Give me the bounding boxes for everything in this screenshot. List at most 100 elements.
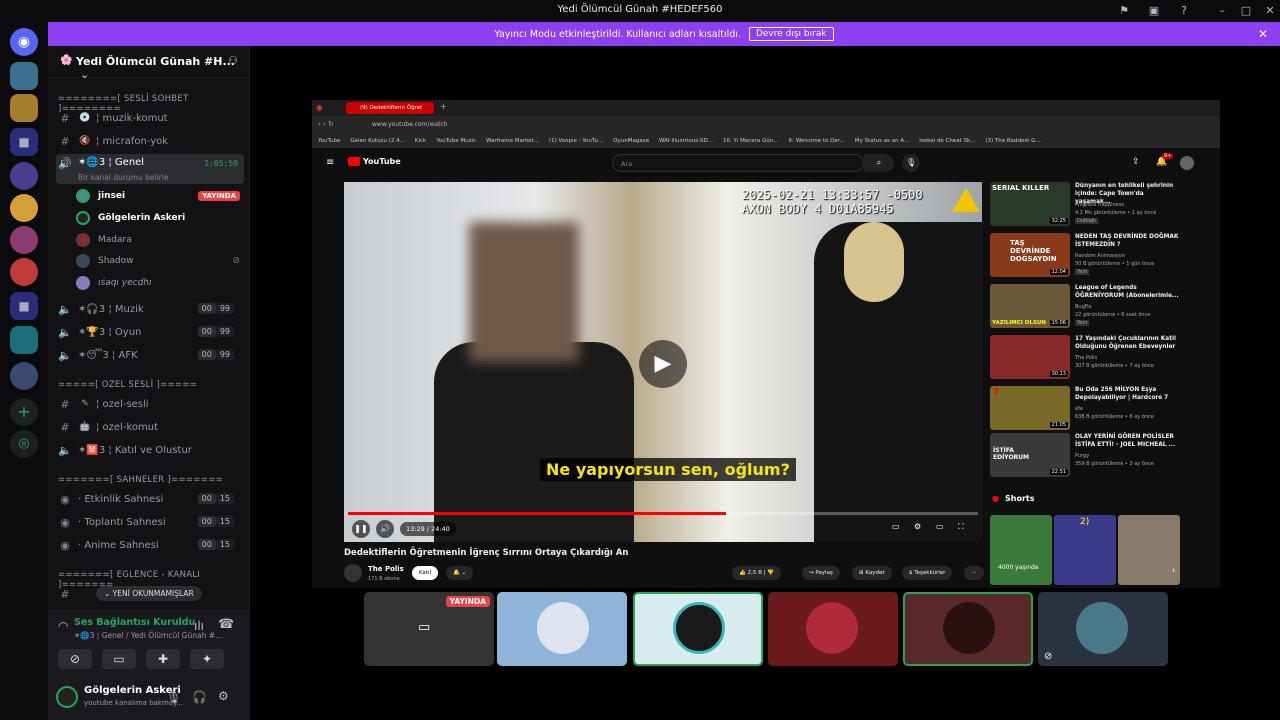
bookmark[interactable]: OyunMagaza xyxy=(613,138,649,144)
maximize-button[interactable]: □ xyxy=(1238,3,1254,19)
discord-home-icon[interactable]: ◉ xyxy=(10,28,38,56)
back-icon[interactable]: ‹ › ↻ xyxy=(318,120,334,128)
bookmark[interactable]: My Status as an A... xyxy=(855,138,910,144)
subscribe-bell-button[interactable]: 🔔 ⌄ xyxy=(446,566,474,580)
bookmark[interactable]: (3) The Baddest G... xyxy=(985,138,1040,144)
participant-tile[interactable]: ⊘ xyxy=(1038,592,1168,666)
channel-muzik[interactable]: 🔈 ✶🎧3 ¦ Muzik 00 99 xyxy=(56,299,244,319)
inbox-icon[interactable]: ⚑ xyxy=(1116,3,1132,19)
pause-icon[interactable]: ❚❚ xyxy=(352,520,370,538)
camera-off-button[interactable]: ⊘ xyxy=(58,649,92,669)
bookmark[interactable]: Warframe Market... xyxy=(486,138,539,144)
bookmark[interactable]: Kick xyxy=(415,138,426,144)
short-thumbnail[interactable] xyxy=(1118,515,1180,585)
chevron-right-icon[interactable]: › xyxy=(1172,566,1176,576)
menu-icon[interactable]: ≡ xyxy=(326,157,334,168)
settings-icon[interactable]: ⚙ xyxy=(218,689,229,703)
server-icon[interactable] xyxy=(10,226,38,254)
rec-video[interactable]: YAZILIMCI OLSUN 15:06 League of Legends Ö… xyxy=(990,284,1190,328)
play-icon[interactable]: ▶ xyxy=(639,340,687,388)
disconnect-icon[interactable]: ☎ xyxy=(218,617,234,632)
bookmark[interactable]: 10. Yı Macera Gün... xyxy=(723,138,779,144)
save-button[interactable]: ⊞ Kaydet xyxy=(852,566,892,580)
avatar[interactable] xyxy=(1180,156,1194,170)
help-icon[interactable]: ? xyxy=(1176,3,1192,19)
new-unreads-button[interactable]: ⌄ YENİ OKUNMAMIŞLAR xyxy=(96,586,202,601)
stage-etkinlik[interactable]: ◉ · Etkinlik Sahnesi 00 15 xyxy=(56,489,244,509)
rec-video[interactable]: TAŞ DEVRİNDE DOĞSAYDIN 12:04 NEDEN TAŞ DE… xyxy=(990,233,1190,277)
category-ozel[interactable]: =====[ OZEL SESLİ ]===== xyxy=(58,380,197,390)
more-icon[interactable]: ⋯ xyxy=(964,566,984,580)
server-icon[interactable] xyxy=(10,162,38,190)
url-text[interactable]: www.youtube.com/watch xyxy=(372,121,448,128)
noise-icon[interactable]: ılı xyxy=(194,619,204,633)
voice-user-shadow[interactable]: Shadow ⊘ xyxy=(76,251,244,271)
explore-icon[interactable]: ◎ xyxy=(10,430,38,458)
new-tab-icon[interactable]: + xyxy=(440,102,447,111)
voice-user-5[interactable]: ıśaqı yecdhı xyxy=(76,273,244,293)
bookmark[interactable]: WAI-illustrious-SD... xyxy=(659,138,713,144)
channel-afk[interactable]: 🔈 ✶😴3 ¦ AFK 00 99 xyxy=(56,345,244,365)
bookmark[interactable]: It: Welcome to Der... xyxy=(789,138,845,144)
participant-tile[interactable] xyxy=(497,592,627,666)
avatar[interactable] xyxy=(56,686,78,708)
thanks-button[interactable]: $ Teşekkürler xyxy=(902,566,953,580)
folder-icon[interactable]: ■ xyxy=(10,128,38,156)
channel-katil[interactable]: 🔈 ✶🈲3 ¦ Katıl ve Olustur xyxy=(56,440,244,460)
progress-bar[interactable] xyxy=(348,512,978,515)
minimize-button[interactable]: – xyxy=(1214,3,1230,19)
server-icon[interactable] xyxy=(10,194,38,222)
channel-muzik-komut[interactable]: # 💿 ¦ muzik-komut xyxy=(56,108,244,128)
streamed-browser[interactable]: ◉ (9) Dedektiflerin Öğret + ‹ › ↻ www.yo… xyxy=(312,100,1220,588)
voice-status[interactable]: Ses Bağlantısı Kuruldu xyxy=(74,617,195,628)
invite-icon[interactable]: ⚇ xyxy=(228,54,238,67)
server-header[interactable]: 🌸 Yedi Ölümcül Günah #H... ⌄ ⚇ xyxy=(48,46,250,81)
subtitles-icon[interactable]: ▭ xyxy=(892,522,900,531)
disable-streamer-button[interactable]: Devre dışı bırak xyxy=(748,27,834,41)
youtube-logo[interactable]: YouTube xyxy=(363,157,401,166)
bookmark[interactable]: (1) Voopie - YouTu... xyxy=(549,138,603,144)
stage-toplanti[interactable]: ◉ · Toplantı Sahnesi 00 15 xyxy=(56,512,244,532)
short-thumbnail[interactable]: 4000 yaşında xyxy=(990,515,1052,585)
rec-video[interactable]: İSTİFA EDİYORUM 22:51 OLAY YERİNİ GÖREN P… xyxy=(990,433,1190,477)
bookmark[interactable]: Isekai de Cheat Sk... xyxy=(919,138,975,144)
participant-tile-stream[interactable]: YAYINDA ▭ xyxy=(364,592,494,666)
server-icon[interactable] xyxy=(10,362,38,390)
rec-video[interactable]: 30:13 17 Yaşındaki Çocuklarının Katil Ol… xyxy=(990,335,1190,379)
volume-icon[interactable]: 🔊 xyxy=(376,520,394,538)
search-input[interactable]: Ara xyxy=(612,154,864,172)
dislike-icon[interactable]: 👎 xyxy=(767,570,774,576)
participant-tile[interactable] xyxy=(768,592,898,666)
bookmark[interactable]: YouTube Music xyxy=(436,138,476,144)
channel-genel[interactable]: 🔊 ✶🌐3 ¦ Genel 1:05:59 Bir kanal durumu b… xyxy=(56,154,244,184)
soundboard-button[interactable]: ✦ xyxy=(190,649,224,669)
join-button[interactable]: Katıl xyxy=(412,566,439,580)
participant-tile-speaking[interactable] xyxy=(633,592,763,666)
channel-avatar[interactable] xyxy=(344,564,362,582)
channel-status[interactable]: Bir kanal durumu belirle xyxy=(78,173,168,182)
channel-ozel-sesli[interactable]: # ✎ ¦ ozel-sesli xyxy=(56,394,244,414)
category-sahne[interactable]: =======[ SAHNELER ]======= xyxy=(58,475,223,485)
mic-icon[interactable]: 🎙 xyxy=(902,154,920,172)
server-icon[interactable] xyxy=(10,62,38,90)
upload-icon[interactable]: ⇪ xyxy=(1132,157,1140,167)
channel-name[interactable]: The Polis xyxy=(368,565,404,573)
voice-user-jinsei[interactable]: jinsei YAYINDA xyxy=(76,186,244,206)
rec-video[interactable]: 7 21:05 Bu Oda 256 MİLYON Eşya Depolayabi… xyxy=(990,386,1190,430)
server-icon[interactable] xyxy=(10,258,38,286)
stage-anime[interactable]: ◉ · Anime Sahnesi 00 15 xyxy=(56,535,244,555)
headphones-icon[interactable]: 🎧 xyxy=(192,690,207,704)
like-button[interactable]: 👍 2,5 B | 👎 xyxy=(732,566,782,580)
channel-ozel-komut[interactable]: # 🤖 ¦ ozel-komut xyxy=(56,417,244,437)
browser-tab[interactable]: (9) Dedektiflerin Öğret xyxy=(346,102,434,114)
theater-icon[interactable]: ▭ xyxy=(936,522,944,531)
channel-oyun[interactable]: 🔈 ✶🏆3 ¦ Oyun 00 99 xyxy=(56,322,244,342)
close-button[interactable]: ✕ xyxy=(1262,3,1278,19)
bookmark[interactable]: YouTube xyxy=(318,138,340,144)
signal-icon[interactable]: ◠ xyxy=(58,619,68,633)
search-icon[interactable]: ⌕ xyxy=(864,154,894,172)
channel-micrafon-yok[interactable]: # 🔇 ¦ micrafon-yok xyxy=(56,131,244,151)
folder-icon[interactable]: ■ xyxy=(10,292,38,320)
video-player[interactable]: 2025-02-21 13:33:57 -0500 AXON BODY 4 D0… xyxy=(344,182,982,542)
share-button[interactable]: ↪ Paylaş xyxy=(802,566,840,580)
